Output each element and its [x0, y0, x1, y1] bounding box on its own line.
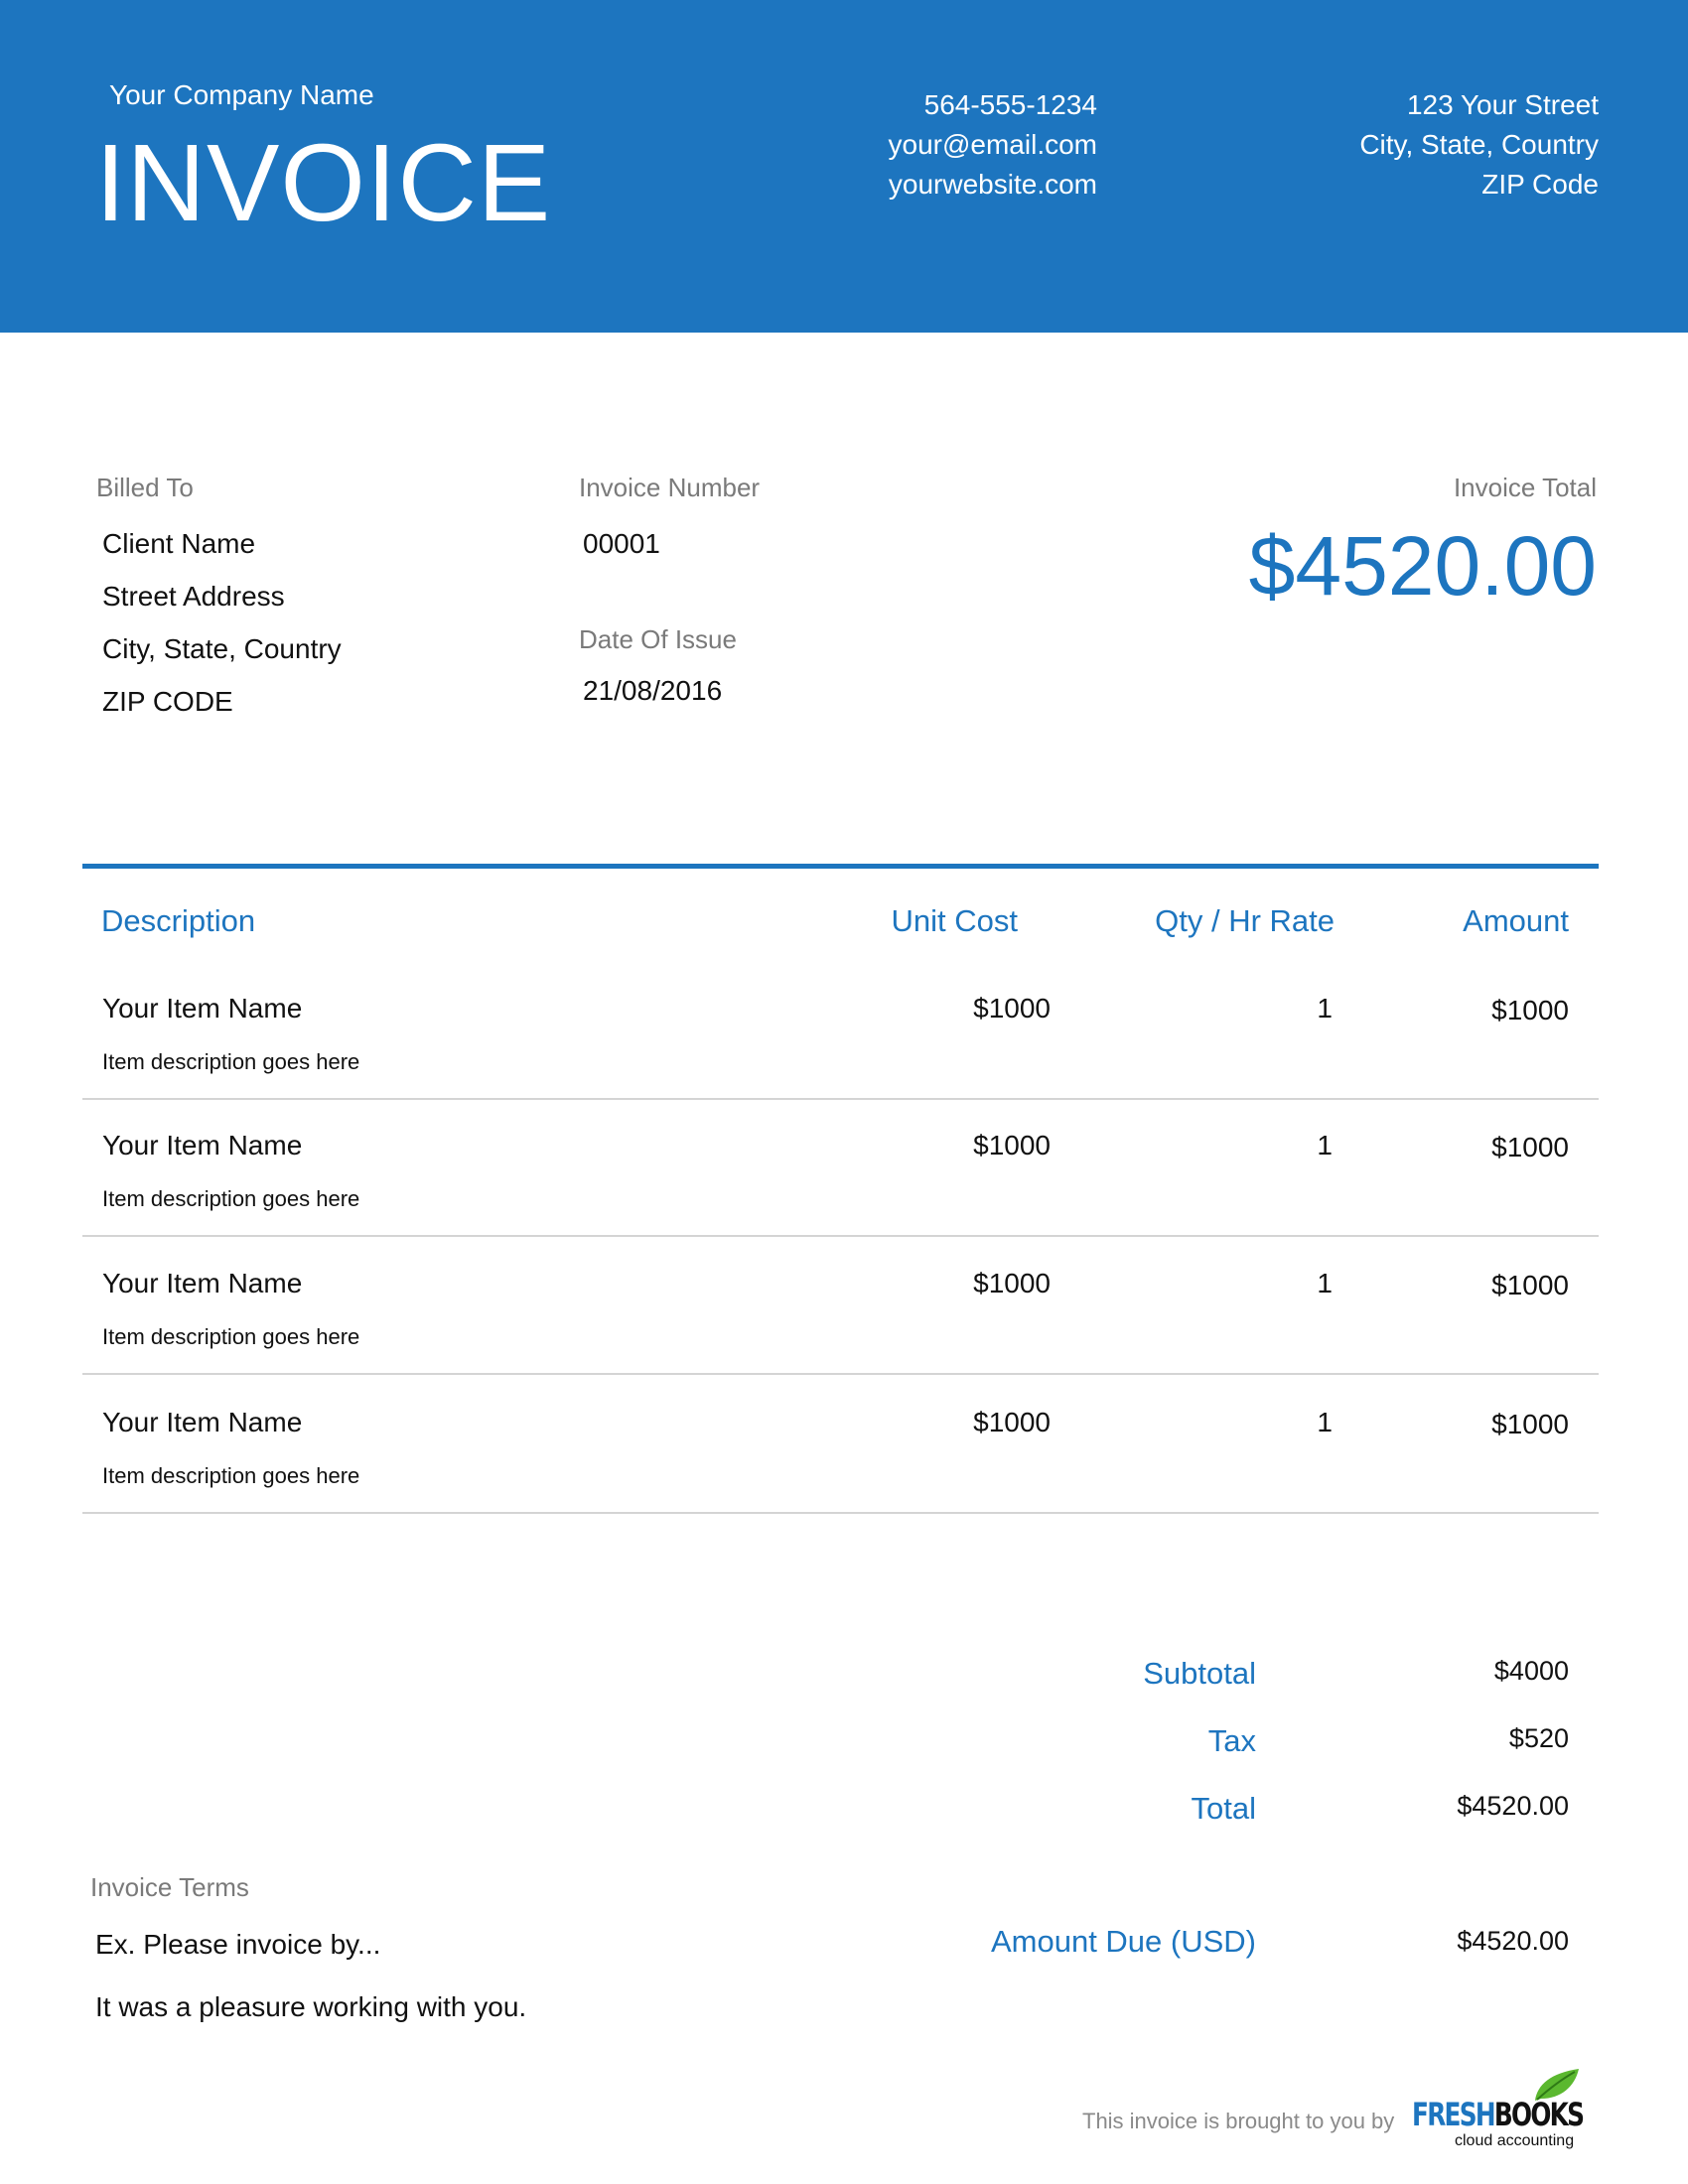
item-unit-cost: $1000: [973, 1130, 1051, 1160]
company-website: yourwebsite.com: [888, 169, 1097, 200]
item-unit-cost: $1000: [973, 993, 1051, 1024]
column-header-amount: Amount: [1463, 903, 1569, 938]
table-row: Your Item Name Item description goes her…: [82, 1377, 1599, 1514]
column-header-unit-cost: Unit Cost: [891, 903, 1018, 938]
company-contact: 564-555-1234 your@email.com yourwebsite.…: [700, 79, 1097, 210]
client-street: Street Address: [102, 581, 285, 612]
logo-fresh: FRESH: [1412, 2096, 1496, 2133]
invoice-number-label: Invoice Number: [579, 473, 761, 502]
tax-label: Tax: [1207, 1723, 1256, 1758]
item-description: Item description goes here: [102, 1186, 360, 1211]
logo-books: BOOKS: [1493, 2096, 1585, 2133]
amount-due-value: $4520.00: [1457, 1926, 1569, 1956]
client-name: Client Name: [102, 528, 256, 559]
tax-value: $520: [1508, 1723, 1569, 1753]
footer-note: This invoice is brought to you by: [1082, 2109, 1395, 2133]
amount-due-label: Amount Due (USD): [990, 1924, 1256, 1959]
item-description: Item description goes here: [102, 1049, 360, 1074]
logo-wordmark: FRESHBOOKS: [1412, 2096, 1585, 2133]
client-city: City, State, Country: [102, 633, 342, 664]
item-qty: 1: [1317, 1268, 1333, 1298]
date-of-issue-label: Date Of Issue: [579, 624, 737, 654]
item-amount: $1000: [1491, 1409, 1569, 1439]
invoice-total-label: Invoice Total: [1453, 473, 1597, 502]
item-name: Your Item Name: [102, 993, 303, 1024]
item-amount: $1000: [1491, 995, 1569, 1025]
invoice-terms-line: It was a pleasure working with you.: [95, 1991, 527, 2022]
table-row: Your Item Name Item description goes her…: [82, 1100, 1599, 1237]
invoice-terms-line: Ex. Please invoice by...: [95, 1929, 381, 1960]
table-top-rule: [82, 864, 1599, 869]
item-name: Your Item Name: [102, 1407, 303, 1437]
item-qty: 1: [1317, 993, 1333, 1024]
column-header-qty: Qty / Hr Rate: [1155, 903, 1335, 938]
item-amount: $1000: [1491, 1270, 1569, 1300]
item-unit-cost: $1000: [973, 1268, 1051, 1298]
company-address: 123 Your Street City, State, Country ZIP…: [1201, 79, 1599, 210]
item-name: Your Item Name: [102, 1130, 303, 1160]
freshbooks-logo: FRESHBOOKS cloud accounting: [1412, 2067, 1585, 2156]
logo-tagline: cloud accounting: [1455, 2132, 1575, 2149]
item-amount: $1000: [1491, 1132, 1569, 1162]
item-description: Item description goes here: [102, 1463, 360, 1488]
column-header-description: Description: [101, 903, 256, 938]
invoice-terms-label: Invoice Terms: [90, 1872, 249, 1902]
document-title: INVOICE: [95, 122, 552, 244]
item-qty: 1: [1317, 1407, 1333, 1437]
invoice-total-value: $4520.00: [1248, 519, 1597, 613]
billed-to-label: Billed To: [96, 473, 194, 502]
subtotal-label: Subtotal: [1143, 1656, 1256, 1691]
item-qty: 1: [1317, 1130, 1333, 1160]
total-value: $4520.00: [1457, 1791, 1569, 1821]
client-zip: ZIP CODE: [102, 686, 233, 717]
total-label: Total: [1191, 1791, 1256, 1826]
invoice-header: Your Company Name INVOICE 564-555-1234 y…: [0, 0, 1688, 333]
table-row: Your Item Name Item description goes her…: [82, 1238, 1599, 1375]
company-name: Your Company Name: [109, 79, 374, 110]
subtotal-value: $4000: [1493, 1656, 1569, 1686]
item-name: Your Item Name: [102, 1268, 303, 1298]
date-of-issue-value: 21/08/2016: [583, 675, 723, 706]
item-description: Item description goes here: [102, 1324, 360, 1349]
table-row: Your Item Name Item description goes her…: [82, 963, 1599, 1100]
invoice-number-value: 00001: [583, 528, 660, 559]
item-unit-cost: $1000: [973, 1407, 1051, 1437]
